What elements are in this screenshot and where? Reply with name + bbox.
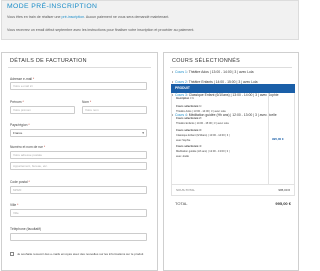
order-line: Cours sélectionné 2 : xyxy=(176,117,203,120)
chevron-down-icon: ▾ xyxy=(142,131,144,135)
course-link[interactable]: Cours 1 xyxy=(175,70,187,74)
country-label: Pays/région * xyxy=(10,123,30,127)
phone-field[interactable] xyxy=(10,233,147,241)
order-line: avec Sophie xyxy=(176,139,191,142)
notice-email-info: Vous recevrez un email début septembre a… xyxy=(7,28,195,32)
last-name-label: Nom * xyxy=(82,100,92,104)
email-label: Adresse e-mail * xyxy=(10,77,35,81)
subtotal-value: 995,00 € xyxy=(278,188,290,192)
order-line: Théâtre Ados | 13:00 - 14:00 | 3 | avec … xyxy=(176,110,226,113)
order-line: Méditation guidée (Hh ans) | 12:00 - 13:… xyxy=(176,150,230,153)
order-line: Cours sélectionné 3 : xyxy=(176,129,203,132)
street-label: Numéro et nom de rue * xyxy=(10,145,46,149)
product-column-header: PRODUIT xyxy=(175,86,190,90)
order-line: avec Joelle xyxy=(176,155,189,158)
order-line: Inscription × 1 xyxy=(176,97,194,100)
course-details: : Théâtre Ados | 13:00 - 14:00 | 3 | ave… xyxy=(186,70,254,74)
last-name-field[interactable]: Votre nom xyxy=(82,106,147,114)
street-line2-field[interactable]: Appartement, bureau, etc. xyxy=(10,162,147,170)
newsletter-label: Je souhaite recevoir des e-mails envoyés… xyxy=(17,252,144,256)
divider xyxy=(170,67,292,68)
notice-title: MODE PRÉ-INSCRIPTION xyxy=(7,3,98,10)
courses-title: COURS SÉLECTIONNÉS xyxy=(172,58,241,64)
product-price: 995,00 € xyxy=(272,137,284,141)
order-table-header: PRODUIT xyxy=(171,84,295,93)
total-value: 995,00 € xyxy=(275,201,291,206)
first-name-field[interactable]: Votre prénom xyxy=(10,106,75,114)
order-line: Cours sélectionné 1 : xyxy=(176,105,203,108)
city-label: Ville * xyxy=(10,203,19,207)
divider xyxy=(8,67,151,68)
postcode-label: Code postal * xyxy=(10,180,30,184)
notice-text-before: Vous êtes en train de réaliser une xyxy=(7,15,62,19)
total-row: TOTAL 995,00 € xyxy=(171,199,295,209)
billing-title: DÉTAILS DE FACTURATION xyxy=(10,58,87,64)
city-field[interactable]: Ville xyxy=(10,209,147,217)
order-table-body: Inscription × 1 Cours sélectionné 1 : Théâ… xyxy=(171,93,295,185)
order-line: Classique Enfant (6/10ans) | 13:00 - 14:… xyxy=(176,134,230,137)
billing-details-panel: DÉTAILS DE FACTURATION Adresse e-mail * … xyxy=(1,52,158,271)
bullet-icon: • xyxy=(172,70,174,74)
total-label: TOTAL xyxy=(175,201,188,206)
column-divider xyxy=(268,93,269,184)
notice-message: Vous êtes en train de réaliser une pré-i… xyxy=(7,15,169,19)
preregistration-link[interactable]: pré-inscription xyxy=(62,15,85,19)
first-name-label: Prénom * xyxy=(10,100,24,104)
notice-text-after: . Aucun paiement ne vous sera demandé ma… xyxy=(84,15,170,19)
subtotal-label: SOUS-TOTAL xyxy=(176,188,195,192)
order-line: Cours sélectionné 4 : xyxy=(176,145,203,148)
postcode-field[interactable]: 62520 xyxy=(10,186,147,194)
email-field[interactable]: Votre e-mail ici xyxy=(10,82,147,90)
country-value: France xyxy=(13,131,23,135)
phone-label: Téléphone (facultatif) xyxy=(10,227,41,231)
subtotal-row: SOUS-TOTAL 995,00 € xyxy=(171,185,295,196)
order-line: Théâtre Enfants | 14:00 - 15:00 | 3 | av… xyxy=(176,122,229,125)
street-field[interactable]: Votre adresse postale xyxy=(10,151,147,159)
country-select[interactable]: France ▾ xyxy=(10,129,147,137)
preregistration-notice: MODE PRÉ-INSCRIPTION Vous êtes en train … xyxy=(1,0,299,40)
newsletter-checkbox[interactable] xyxy=(10,252,14,256)
